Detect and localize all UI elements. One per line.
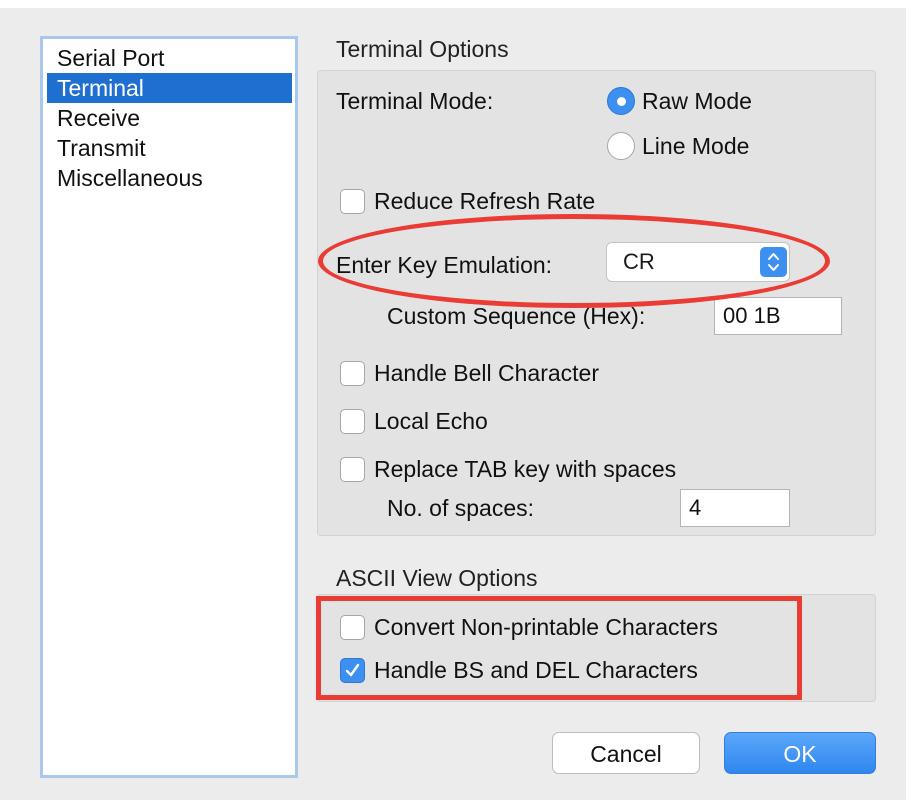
annotation-ellipse	[318, 214, 830, 308]
terminal-options-title: Terminal Options	[336, 36, 509, 62]
terminal-mode-label: Terminal Mode:	[336, 88, 494, 114]
reduce-refresh-checkbox[interactable]	[340, 189, 365, 214]
handle-bell-checkbox[interactable]	[340, 361, 365, 386]
handle-bell-label[interactable]: Handle Bell Character	[374, 360, 599, 387]
preferences-window: Serial Port Terminal Receive Transmit Mi…	[0, 0, 906, 800]
reduce-refresh-label[interactable]: Reduce Refresh Rate	[374, 188, 595, 215]
ok-button[interactable]: OK	[724, 732, 876, 774]
ascii-options-title: ASCII View Options	[336, 565, 538, 591]
annotation-rectangle	[316, 596, 802, 700]
local-echo-checkbox[interactable]	[340, 409, 365, 434]
sidebar-item-receive[interactable]: Receive	[47, 103, 292, 133]
cancel-button[interactable]: Cancel	[552, 732, 700, 774]
line-mode-radio[interactable]	[607, 132, 635, 160]
sidebar-item-serial-port[interactable]: Serial Port	[47, 43, 292, 73]
sidebar-item-terminal[interactable]: Terminal	[47, 73, 292, 103]
num-spaces-label: No. of spaces:	[387, 495, 535, 521]
sidebar-item-transmit[interactable]: Transmit	[47, 133, 292, 163]
sidebar-item-miscellaneous[interactable]: Miscellaneous	[47, 163, 292, 193]
custom-sequence-input[interactable]: 00 1B	[714, 297, 842, 335]
raw-mode-label[interactable]: Raw Mode	[642, 88, 752, 115]
replace-tab-label[interactable]: Replace TAB key with spaces	[374, 456, 676, 483]
replace-tab-checkbox[interactable]	[340, 457, 365, 482]
raw-mode-radio[interactable]	[607, 87, 635, 115]
sidebar-list[interactable]: Serial Port Terminal Receive Transmit Mi…	[40, 36, 298, 778]
local-echo-label[interactable]: Local Echo	[374, 408, 488, 435]
line-mode-label[interactable]: Line Mode	[642, 133, 749, 160]
num-spaces-input[interactable]: 4	[680, 489, 790, 527]
